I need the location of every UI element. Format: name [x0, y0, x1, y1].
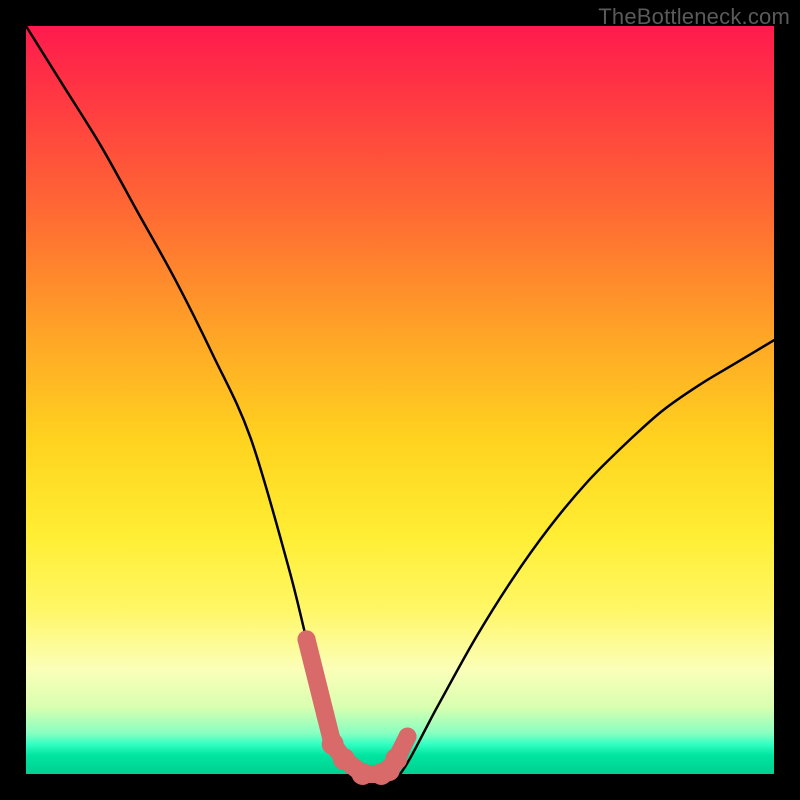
chart-svg [26, 26, 774, 774]
optimal-zone-marker [333, 748, 355, 770]
attribution-watermark: TheBottleneck.com [598, 4, 790, 30]
optimal-zone-marker [316, 705, 334, 723]
optimal-zone-marker [398, 728, 416, 746]
bottleneck-curve [26, 26, 774, 779]
optimal-zone-markers [298, 630, 417, 785]
chart-frame: TheBottleneck.com [0, 0, 800, 800]
optimal-zone-marker [298, 630, 316, 648]
chart-plot-area [26, 26, 774, 774]
